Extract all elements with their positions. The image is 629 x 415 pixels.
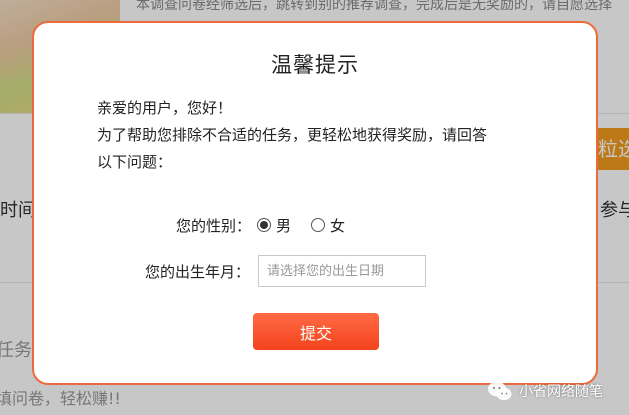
tip-dialog: 温馨提示 亲爱的用户，您好！ 为了帮助您排除不合适的任务，更轻松地获得奖励，请回… [32, 21, 598, 385]
gender-male-label[interactable]: 男 [276, 215, 291, 236]
gender-field: 您的性别： 男 女 [176, 213, 359, 237]
gender-female-radio[interactable] [311, 218, 326, 232]
dialog-greeting: 亲爱的用户，您好！ [97, 99, 233, 117]
wechat-icon [488, 381, 512, 401]
dialog-title: 温馨提示 [271, 53, 359, 77]
submit-button[interactable]: 提交 [253, 313, 379, 350]
gender-female-label[interactable]: 女 [330, 215, 345, 236]
gender-male-radio[interactable] [257, 218, 272, 232]
dialog-message-line: 为了帮助您排除不合适的任务，更轻松地获得奖励，请回答 [97, 126, 488, 144]
dialog-message-line: 以下问题： [97, 153, 173, 171]
birth-label: 您的出生年月： [145, 262, 251, 281]
birth-date-input[interactable] [258, 255, 427, 287]
birth-field: 您的出生年月： [145, 255, 427, 287]
watermark: 小省网络随笔 [487, 380, 603, 402]
gender-label: 您的性别： [176, 216, 252, 235]
dialog-message: 亲爱的用户，您好！ 为了帮助您排除不合适的任务，更轻松地获得奖励，请回答 以下问… [97, 95, 537, 176]
watermark-text: 小省网络随笔 [519, 384, 603, 400]
